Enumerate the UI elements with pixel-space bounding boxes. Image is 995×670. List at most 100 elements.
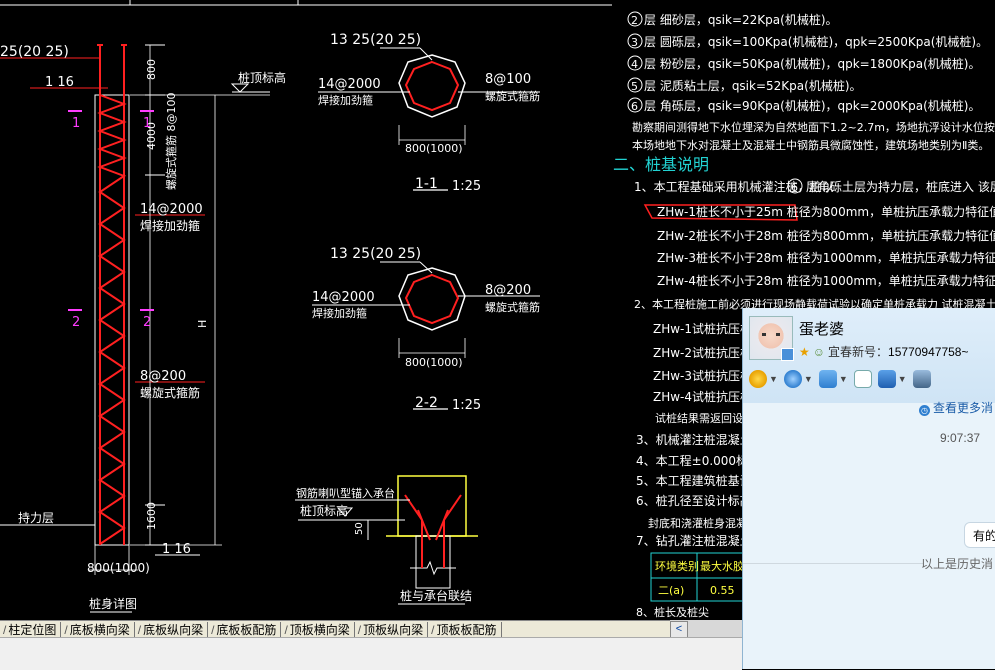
soil-layer-note: 层 泥质粘土层，qsik=52Kpa(机械桩)。	[644, 78, 862, 93]
top-rebar-label: 25(20 25)	[0, 44, 69, 60]
section-mark-1-left: 1	[72, 116, 80, 131]
soil-layer-note: 层 圆砾层，qsik=100Kpa(机械桩)，qpk=2500Kpa(机械桩)。	[644, 34, 988, 49]
sec2-scale: 1:25	[452, 398, 481, 413]
layer-number: 2	[631, 14, 638, 27]
test-zhw2: ZHw-2试桩抗压极	[653, 345, 752, 360]
note-8: 8、桩长及桩尖	[636, 605, 709, 619]
voice-call-button[interactable]: ▼	[749, 370, 778, 388]
tab-roof-transverse-beam[interactable]: 顶板横向梁	[281, 621, 355, 638]
pile-notes-title: 二、桩基说明	[613, 155, 709, 174]
chevron-down-icon: ▼	[838, 374, 848, 384]
sec1-spiral-label: 8@100	[485, 72, 531, 87]
test-zhw4: ZHw-4试桩抗压极	[653, 389, 752, 404]
pile-zhw3: ZHw-3桩长不小于28m 桩径为1000mm，单桩抗压承载力特征值为3000K…	[657, 250, 995, 265]
bottom-ring-label: 1 16	[162, 542, 191, 557]
pile-detail-title: 桩身详图	[89, 596, 137, 611]
microphone-icon	[749, 370, 767, 388]
chevron-down-icon: ▼	[803, 374, 813, 384]
view-more-text: 查看更多消	[933, 401, 994, 415]
folder-icon	[818, 370, 837, 388]
sec2-rebar-label: 13 25(20 25)	[330, 246, 421, 262]
spiral-text: 螺旋式箍筋	[140, 385, 200, 400]
camera-icon	[783, 370, 802, 388]
layer-number: 6	[631, 100, 638, 113]
soil-layer-note: 层 粉砂层，qsik=50Kpa(机械桩)，qpk=1800Kpa(机械桩)。	[644, 56, 980, 71]
pile-top-elevation-label: 桩顶标高	[238, 70, 286, 85]
sec1-ring-label: 14@2000	[318, 77, 381, 92]
tab-floor-longitudinal-beam[interactable]: 底板纵向梁	[135, 621, 209, 638]
sec1-title: 1-1	[415, 176, 438, 192]
contact-signature: ★ ☺ 宜春新号：15770947758~	[799, 343, 968, 360]
layer-number: 4	[631, 58, 638, 71]
scroll-left-button[interactable]: <	[670, 621, 688, 638]
bearing-layer-label: 持力层	[18, 510, 54, 525]
pile-zhw4: ZHw-4桩长不小于28m 桩径为1000mm，单桩抗压承载力特征值为3500K…	[657, 273, 995, 288]
chat-toolbar: ▼ ▼ ▼ ▼	[749, 366, 995, 392]
send-file-button[interactable]: ▼	[818, 370, 848, 388]
test-zhw3: ZHw-3试桩抗压极	[653, 368, 752, 383]
remote-desktop-button[interactable]: ▼	[877, 370, 907, 388]
layer-number: 3	[631, 36, 638, 49]
dim-H: H	[196, 320, 209, 328]
sec2-title: 2-2	[415, 395, 438, 411]
sec1-rebar-label: 13 25(20 25)	[330, 32, 421, 48]
sec2-ring-label: 14@2000	[312, 290, 375, 305]
more-apps-button[interactable]	[912, 370, 931, 388]
dim-1600: 1600	[145, 502, 158, 530]
section-mark-1-right: 1	[143, 116, 151, 131]
message-bubble: 有的	[964, 522, 995, 548]
spiral-spacing-label: 8@200	[140, 369, 186, 384]
signature-label: 宜春新号：	[828, 345, 889, 359]
emoji-icon: ☺	[812, 345, 826, 359]
layer-number: 5	[631, 80, 638, 93]
pile-zhw2: ZHw-2桩长不小于28m 桩径为800mm，单桩抗压承载力特征值为3000KN	[657, 228, 995, 243]
soil-layer-note: 层 细砂层，qsik=22Kpa(机械桩)。	[644, 12, 838, 27]
anchor-text: 钢筋喇叭型锚入承台	[296, 486, 395, 500]
monitor-icon	[877, 370, 896, 388]
note-1-suffix: 层角砾土层为持力层，桩底进入 该层不小于1.6	[806, 179, 995, 194]
table-cell-ratio: 0.55	[710, 584, 735, 597]
stirrup-top-label: 1 16	[45, 75, 74, 90]
chat-window[interactable]: 蛋老婆 ★ ☺ 宜春新号：15770947758~ ▼ ▼ ▼ ▼ ◷ 查看更多消 9…	[742, 308, 995, 669]
soil-layer-note: 层 角砾层，qsik=90Kpa(机械桩)，qpk=2000Kpa(机械桩)。	[644, 98, 980, 113]
tab-roof-longitudinal-beam[interactable]: 顶板纵向梁	[355, 621, 429, 638]
pile-zhw1: ZHw-1桩长不小于25m 桩径为800mm，单桩抗压承载力特征值为2500KN	[657, 204, 995, 219]
cap-title: 桩与承台联结	[400, 588, 472, 603]
section-mark-2-left: 2	[72, 315, 80, 330]
dim-800: 800	[145, 59, 158, 80]
contact-name: 蛋老婆	[799, 321, 845, 338]
horizontal-scrollbar[interactable]: <	[670, 620, 742, 638]
sec2-spiral-text: 螺旋式箍筋	[485, 300, 540, 314]
sec2-dim: 800(1000)	[405, 356, 463, 369]
section-mark-2-right: 2	[143, 315, 151, 330]
note-1-layer: 6	[791, 181, 798, 194]
tab-column-layout[interactable]: 柱定位图	[0, 621, 62, 638]
history-divider	[743, 563, 923, 564]
spiral-dense-label: 螺旋式箍筋 8@100	[164, 93, 178, 191]
avatar[interactable]	[749, 316, 794, 361]
tab-floor-transverse-beam[interactable]: 底板横向梁	[61, 621, 135, 638]
apps-icon	[912, 370, 931, 388]
test-zhw1: ZHw-1试桩抗压极	[653, 321, 752, 336]
sec1-dim: 800(1000)	[405, 142, 463, 155]
cap-pile-top-label: 桩顶标高	[300, 503, 348, 518]
status-bar	[0, 637, 742, 670]
chat-header: 蛋老婆 ★ ☺ 宜春新号：15770947758~ ▼ ▼ ▼ ▼	[743, 308, 995, 403]
water-note-2: 本场地地下水对混凝土及混凝土中钢筋具微腐蚀性，建筑场地类别为Ⅱ类。	[632, 138, 989, 152]
note-1-prefix: 1、本工程基础采用机械灌注桩，桩以	[634, 179, 834, 194]
pile-width-dim: 800(1000)	[87, 561, 150, 575]
create-group-button[interactable]	[853, 370, 872, 388]
weld-ring-text: 焊接加劲箍	[140, 218, 200, 233]
history-marker: 以上是历史消	[921, 557, 994, 571]
star-icon: ★	[799, 345, 810, 359]
sec2-spiral-label: 8@200	[485, 283, 531, 298]
tab-roof-slab-rebar[interactable]: 顶板板配筋	[428, 621, 502, 638]
video-call-button[interactable]: ▼	[783, 370, 813, 388]
sec1-ring-text: 焊接加劲箍	[318, 93, 373, 107]
tab-floor-slab-rebar[interactable]: 底板板配筋	[208, 621, 282, 638]
message-timestamp: 9:07:37	[940, 431, 981, 445]
chevron-down-icon: ▼	[769, 374, 778, 384]
add-chat-icon	[853, 370, 872, 388]
dim-50: 50	[354, 522, 365, 535]
view-more-messages-link[interactable]: ◷ 查看更多消	[919, 399, 993, 416]
